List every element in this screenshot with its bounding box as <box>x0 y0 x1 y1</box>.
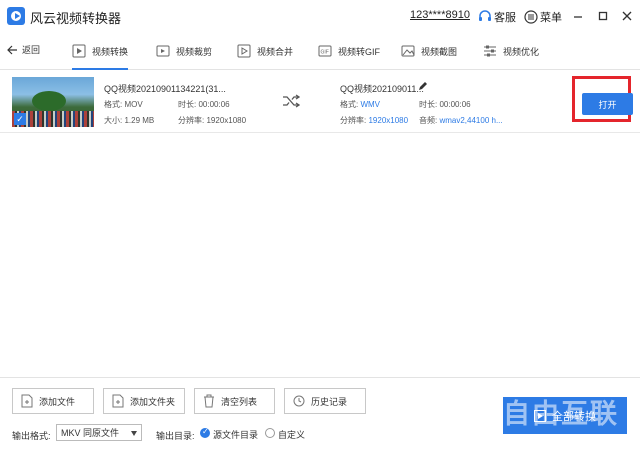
history-button[interactable]: 历史记录 <box>284 388 366 414</box>
output-duration-value: 00:00:06 <box>439 100 471 109</box>
source-duration: 时长: 00:00:06 <box>178 99 230 110</box>
close-icon[interactable] <box>620 9 634 23</box>
app-title: 风云视频转换器 <box>30 11 122 26</box>
radio-source-dir[interactable] <box>200 427 210 438</box>
shuffle-icon <box>283 94 300 108</box>
output-format-label: 格式: <box>340 100 359 109</box>
menu-icon <box>524 10 538 24</box>
output-format-select[interactable]: MKV 同原文件 <box>56 424 142 441</box>
output-format-value: WMV <box>360 100 381 109</box>
output-resolution-value: 1920x1080 <box>368 116 409 125</box>
open-button-highlight: 打开 <box>572 76 633 122</box>
thumbnail-tree <box>32 91 66 111</box>
tab-label: 视频转换 <box>92 46 129 57</box>
trash-icon <box>204 394 214 408</box>
tab-video-merge[interactable]: 视频合并 <box>237 32 293 70</box>
arrow-left-icon <box>7 45 17 54</box>
tab-video-crop[interactable]: 视频裁剪 <box>156 32 212 70</box>
video-merge-icon <box>237 44 251 58</box>
add-folder-button[interactable]: 添加文件夹 <box>103 388 185 414</box>
gif-icon: GIF <box>318 45 332 57</box>
source-resolution-value: 1920x1080 <box>206 116 247 125</box>
headset-icon <box>479 10 491 21</box>
optimize-icon <box>484 45 496 57</box>
minimize-icon[interactable] <box>571 9 585 23</box>
output-duration: 时长: 00:00:06 <box>419 99 471 110</box>
back-label: 返回 <box>22 45 41 55</box>
add-file-button[interactable]: 添加文件 <box>12 388 94 414</box>
customer-service-label: 客服 <box>494 12 516 24</box>
tab-label: 视频截图 <box>421 46 458 57</box>
convert-all-label: 全部转换 <box>552 410 596 423</box>
output-audio-value: wmav2,44100 h... <box>439 116 503 125</box>
checkbox-checked-icon[interactable]: ✓ <box>14 113 26 125</box>
title-bar: 风云视频转换器 123****8910 客服 菜单 <box>0 0 640 32</box>
source-format: 格式: MOV <box>104 99 143 110</box>
radio-custom-dir-label: 自定义 <box>278 430 306 440</box>
tab-video-gif[interactable]: GIF 视频转GIF <box>318 32 380 70</box>
tab-video-screenshot[interactable]: 视频截图 <box>401 32 457 70</box>
clear-list-label: 清空列表 <box>221 396 258 407</box>
file-list-row[interactable]: ✓ QQ视频20210901134221(31... 格式: MOV 时长: 0… <box>0 71 640 133</box>
clear-list-button[interactable]: 清空列表 <box>194 388 275 414</box>
output-audio: 音频: wmav2,44100 h... <box>419 115 503 126</box>
add-file-icon <box>21 394 33 408</box>
output-format-value: MKV 同原文件 <box>61 428 120 438</box>
tab-label: 视频转GIF <box>338 46 380 57</box>
source-file-name: QQ视频20210901134221(31... <box>104 84 226 94</box>
add-file-label: 添加文件 <box>39 396 76 407</box>
maximize-icon[interactable] <box>596 9 610 23</box>
tab-video-optimize[interactable]: 视频优化 <box>483 32 539 70</box>
play-icon <box>534 409 546 422</box>
menu-label: 菜单 <box>540 12 562 24</box>
output-audio-label: 音频: <box>419 116 438 125</box>
output-file-name: QQ视频202109011... <box>340 84 424 94</box>
svg-text:GIF: GIF <box>321 50 329 56</box>
source-size: 大小: 1.29 MB <box>104 115 154 126</box>
history-label: 历史记录 <box>311 396 348 407</box>
output-duration-label: 时长: <box>419 100 438 109</box>
account-link[interactable]: 123****8910 <box>410 9 470 21</box>
source-resolution: 分辨率: 1920x1080 <box>178 115 246 126</box>
output-format-label: 输出格式: <box>12 431 51 441</box>
output-dir-label: 输出目录: <box>156 431 195 441</box>
source-duration-label: 时长: <box>178 100 197 109</box>
chevron-down-icon <box>131 431 137 436</box>
output-format: 格式: WMV <box>340 99 380 110</box>
output-resolution: 分辨率: 1920x1080 <box>340 115 408 126</box>
convert-all-button[interactable]: 全部转换 <box>503 397 627 434</box>
app-logo-icon <box>7 7 25 25</box>
tab-label: 视频合并 <box>257 46 294 57</box>
tab-label: 视频裁剪 <box>176 46 213 57</box>
source-format-value: MOV <box>124 100 143 109</box>
tab-label: 视频优化 <box>503 46 540 57</box>
source-format-label: 格式: <box>104 100 123 109</box>
radio-source-dir-label: 源文件目录 <box>213 430 259 440</box>
open-button[interactable]: 打开 <box>582 93 633 115</box>
source-resolution-label: 分辨率: <box>178 116 205 125</box>
menu-button[interactable]: 菜单 <box>524 9 562 25</box>
video-thumbnail[interactable]: ✓ <box>12 77 94 127</box>
customer-service-button[interactable]: 客服 <box>478 9 516 25</box>
add-folder-icon <box>112 394 124 408</box>
clock-icon <box>293 395 305 407</box>
screenshot-icon <box>401 45 415 57</box>
edit-icon[interactable] <box>418 81 428 91</box>
video-convert-icon <box>72 44 86 58</box>
tab-video-convert[interactable]: 视频转换 <box>72 32 129 70</box>
back-button[interactable]: 返回 <box>6 43 40 56</box>
source-size-value: 1.29 MB <box>124 116 155 125</box>
video-crop-icon <box>156 45 170 57</box>
source-duration-value: 00:00:06 <box>198 100 230 109</box>
output-resolution-label: 分辨率: <box>340 116 367 125</box>
tab-bar: 返回 视频转换 视频裁剪 视频合并 GIF 视频转GIF 视频截图 视频优化 <box>0 32 640 70</box>
source-size-label: 大小: <box>104 116 123 125</box>
radio-custom-dir[interactable] <box>265 428 275 438</box>
add-folder-label: 添加文件夹 <box>130 396 176 407</box>
